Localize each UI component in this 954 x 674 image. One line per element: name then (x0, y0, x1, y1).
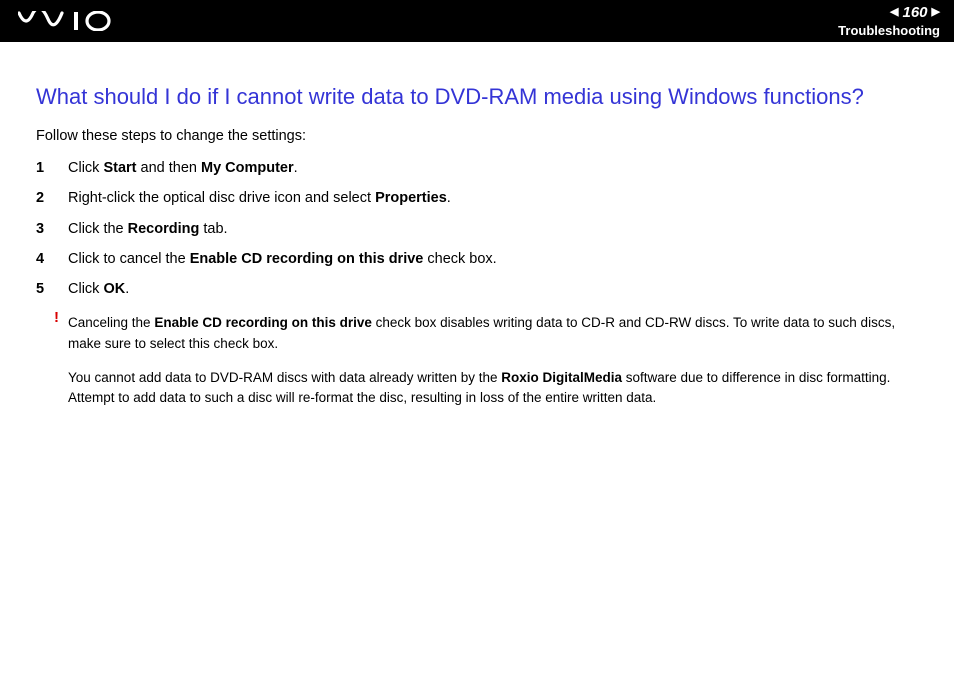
nav-next-icon[interactable]: ▶ (932, 7, 940, 18)
step-text: Click OK. (68, 279, 129, 299)
step-number: 5 (36, 279, 68, 299)
page-nav: ◀ 160 ▶ (890, 4, 940, 21)
page-number: 160 (903, 4, 928, 21)
warning-paragraph: Canceling the Enable CD recording on thi… (68, 313, 918, 354)
page-title: What should I do if I cannot write data … (36, 84, 918, 110)
step-item: 3 Click the Recording tab. (36, 219, 918, 239)
header-right: ◀ 160 ▶ Troubleshooting (838, 4, 940, 38)
steps-list: 1 Click Start and then My Computer. 2 Ri… (36, 158, 918, 299)
section-label: Troubleshooting (838, 23, 940, 38)
warning-paragraph: You cannot add data to DVD-RAM discs wit… (68, 368, 918, 409)
content: What should I do if I cannot write data … (0, 42, 954, 408)
step-text: Click the Recording tab. (68, 219, 228, 239)
step-item: 5 Click OK. (36, 279, 918, 299)
step-text: Click to cancel the Enable CD recording … (68, 249, 497, 269)
step-number: 4 (36, 249, 68, 269)
step-item: 2 Right-click the optical disc drive ico… (36, 188, 918, 208)
intro-text: Follow these steps to change the setting… (36, 128, 918, 144)
step-number: 2 (36, 188, 68, 208)
step-item: 1 Click Start and then My Computer. (36, 158, 918, 178)
step-number: 1 (36, 158, 68, 178)
vaio-logo (18, 11, 118, 31)
warning-block: ! Canceling the Enable CD recording on t… (36, 313, 918, 408)
warning-icon: ! (54, 309, 59, 326)
step-text: Click Start and then My Computer. (68, 158, 298, 178)
step-number: 3 (36, 219, 68, 239)
step-text: Right-click the optical disc drive icon … (68, 188, 451, 208)
header-bar: ◀ 160 ▶ Troubleshooting (0, 0, 954, 42)
step-item: 4 Click to cancel the Enable CD recordin… (36, 249, 918, 269)
nav-prev-icon[interactable]: ◀ (890, 7, 898, 18)
